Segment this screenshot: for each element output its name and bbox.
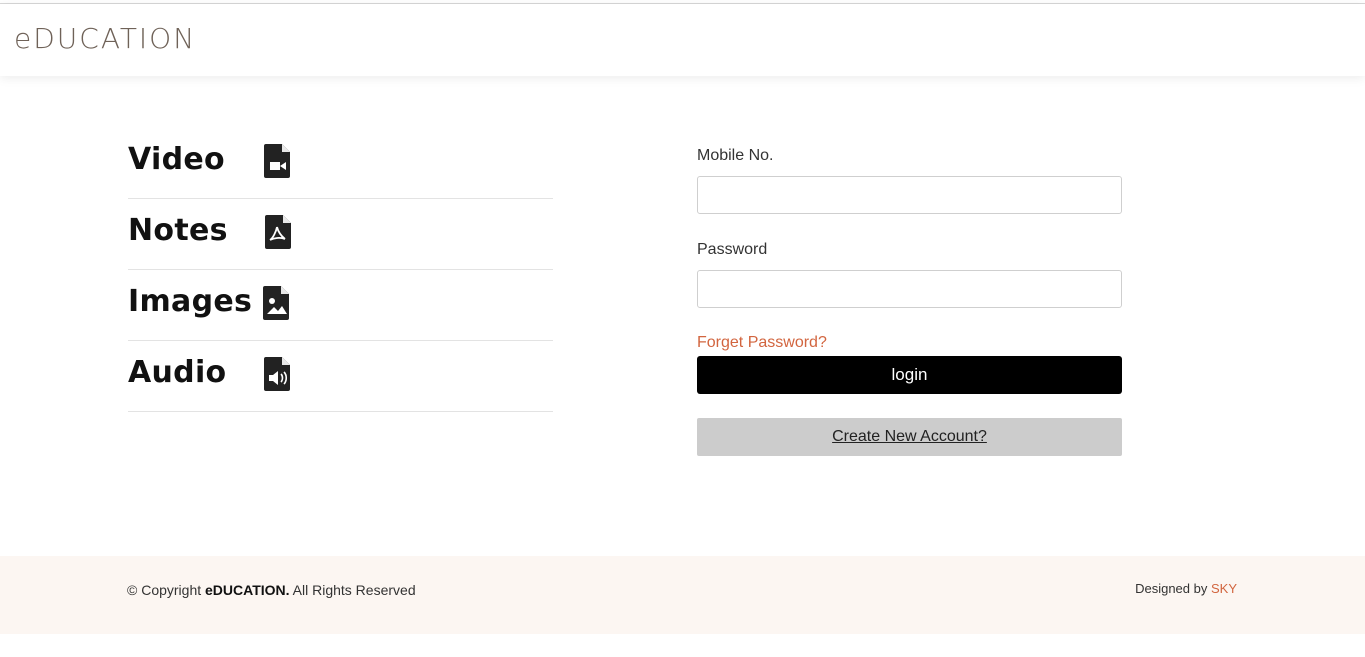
menu-item-label: Video — [128, 142, 225, 177]
login-button[interactable]: login — [697, 356, 1122, 394]
file-audio-icon — [264, 357, 290, 391]
password-label: Password — [697, 241, 768, 258]
mobile-label: Mobile No. — [697, 147, 774, 164]
designed-by-text: Designed by SKY — [1135, 581, 1237, 596]
copyright-rights: All Rights Reserved — [289, 582, 416, 598]
site-logo[interactable]: eDUCATION — [14, 22, 196, 55]
menu-item-notes[interactable]: Notes — [128, 199, 553, 270]
designer-link[interactable]: SKY — [1211, 581, 1237, 596]
copyright-brand: eDUCATION. — [205, 582, 290, 598]
create-account-button[interactable]: Create New Account? — [697, 418, 1122, 456]
file-image-icon — [263, 286, 289, 320]
resource-menu: Video Notes Images Audio — [128, 128, 553, 412]
designed-by-label: Designed by — [1135, 581, 1211, 596]
file-video-icon — [264, 144, 290, 178]
menu-item-label: Notes — [128, 213, 228, 248]
mobile-input[interactable] — [697, 176, 1122, 214]
menu-item-audio[interactable]: Audio — [128, 341, 553, 412]
copyright-text: © Copyright eDUCATION. All Rights Reserv… — [127, 582, 416, 598]
site-footer: © Copyright eDUCATION. All Rights Reserv… — [0, 556, 1365, 634]
password-input[interactable] — [697, 270, 1122, 308]
menu-item-label: Audio — [128, 355, 227, 390]
copyright-prefix: © Copyright — [127, 582, 206, 598]
menu-item-label: Images — [128, 284, 253, 319]
forget-password-link[interactable]: Forget Password? — [697, 334, 827, 352]
site-header: eDUCATION — [0, 4, 1365, 76]
menu-item-video[interactable]: Video — [128, 128, 553, 199]
file-pdf-icon — [265, 215, 291, 249]
menu-item-images[interactable]: Images — [128, 270, 553, 341]
